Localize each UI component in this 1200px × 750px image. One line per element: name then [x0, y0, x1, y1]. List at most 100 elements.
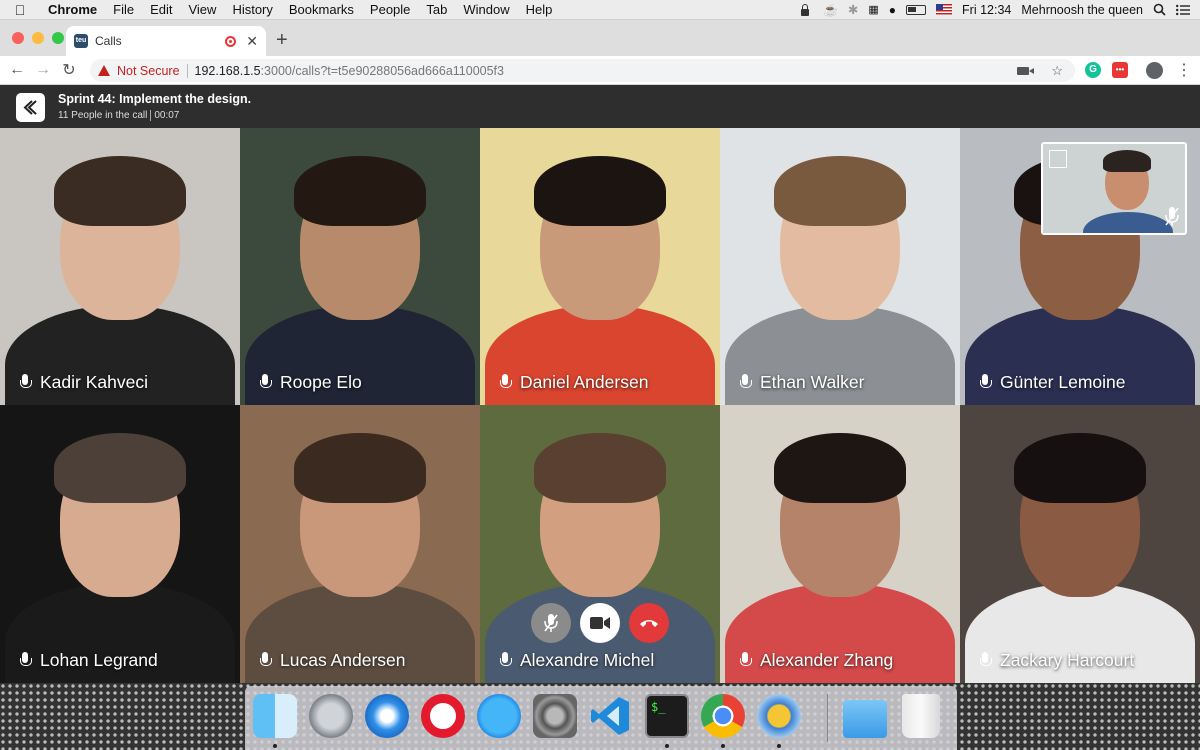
downloads-folder-icon[interactable]	[843, 700, 887, 738]
dock-separator	[827, 694, 828, 742]
participant-tile[interactable]: Zackary Harcourt	[960, 405, 1200, 683]
nimbus-icon[interactable]	[757, 694, 801, 738]
battery-icon[interactable]	[906, 4, 927, 15]
trash-icon[interactable]	[902, 694, 940, 738]
app-store-icon[interactable]	[477, 694, 521, 738]
browser-tabstrip: teu Calls ✕ +	[0, 20, 1200, 56]
participant-tile[interactable]: Kadir Kahveci	[0, 128, 240, 405]
self-view-body	[1083, 212, 1173, 233]
profile-avatar-icon[interactable]	[1146, 62, 1163, 79]
opera-icon[interactable]	[421, 694, 465, 738]
participant-hair	[534, 433, 666, 503]
participant-label: Zackary Harcourt	[980, 650, 1134, 671]
video-toggle-button[interactable]	[580, 603, 620, 643]
notification-center-icon[interactable]	[1176, 4, 1190, 16]
participant-name: Zackary Harcourt	[1000, 650, 1135, 670]
participant-name: Kadir Kahveci	[40, 372, 148, 392]
expand-icon[interactable]	[1049, 150, 1067, 168]
back-arrow-icon[interactable]: ←	[4, 61, 30, 79]
camera-in-use-icon[interactable]	[1017, 66, 1035, 75]
participant-tile[interactable]: Ethan Walker	[720, 128, 960, 405]
teapot-icon[interactable]: ☕	[823, 3, 838, 17]
reload-icon[interactable]: ↻	[56, 60, 82, 80]
menu-edit[interactable]: Edit	[142, 2, 180, 17]
microphone-icon	[260, 373, 272, 392]
menu-history[interactable]: History	[224, 2, 280, 17]
participant-name: Daniel Andersen	[520, 372, 649, 392]
bookmark-star-icon[interactable]: ☆	[1051, 63, 1063, 79]
participant-label: Alexandre Michel	[500, 650, 654, 671]
tab-close-icon[interactable]: ✕	[246, 33, 258, 50]
participant-tile[interactable]: Lohan Legrand	[0, 405, 240, 683]
launchpad-icon[interactable]	[309, 694, 353, 738]
forward-arrow-icon[interactable]: →	[30, 61, 56, 79]
mic-off-icon	[544, 614, 558, 632]
participant-tile[interactable]: Alexander Zhang	[720, 405, 960, 683]
self-view[interactable]	[1041, 142, 1187, 235]
tab-title: Calls	[95, 34, 122, 48]
bluetooth-icon[interactable]: ✱	[848, 2, 858, 17]
participant-hair	[54, 156, 186, 226]
participant-name: Günter Lemoine	[1000, 372, 1126, 392]
address-bar[interactable]: Not Secure 192.168.1.5 :3000/calls?t=t5e…	[90, 59, 1075, 82]
chrome-menu-icon[interactable]: ⋮	[1176, 60, 1192, 80]
tab-calls[interactable]: teu Calls ✕	[66, 26, 266, 56]
participant-name: Lohan Legrand	[40, 650, 158, 670]
zoom-window-button[interactable]	[52, 32, 64, 44]
call-duration: 00:07	[154, 110, 180, 121]
participant-label: Lucas Andersen	[260, 650, 406, 671]
microphone-icon	[500, 651, 512, 670]
participant-label: Daniel Andersen	[500, 372, 648, 393]
menu-bookmarks[interactable]: Bookmarks	[281, 2, 362, 17]
participant-hair	[1014, 433, 1146, 503]
clock[interactable]: Fri 12:34	[962, 3, 1011, 17]
call-controls	[531, 603, 669, 643]
menu-tab[interactable]: Tab	[418, 2, 455, 17]
hang-up-button[interactable]	[629, 603, 669, 643]
people-count: 11 People in the call	[58, 110, 148, 121]
muted-mic-icon	[1165, 207, 1179, 226]
finder-icon[interactable]	[253, 694, 297, 738]
memory-icon[interactable]: ▦	[868, 3, 878, 16]
spotlight-search-icon[interactable]	[1153, 3, 1166, 16]
menu-view[interactable]: View	[180, 2, 224, 17]
menu-help[interactable]: Help	[518, 2, 561, 17]
vscode-icon[interactable]	[589, 694, 633, 738]
participant-label: Ethan Walker	[740, 372, 864, 393]
window-controls	[12, 32, 64, 44]
lock-icon[interactable]	[797, 3, 813, 16]
red-extension-icon[interactable]: •••	[1112, 62, 1128, 78]
microphone-icon	[260, 651, 272, 670]
participant-tile[interactable]: Daniel Andersen	[480, 128, 720, 405]
terminal-icon[interactable]: $_	[645, 694, 689, 738]
menu-people[interactable]: People	[362, 2, 418, 17]
us-flag-icon[interactable]	[936, 4, 953, 15]
call-meta: 11 People in the call 00:07	[58, 110, 179, 121]
participant-tile[interactable]: Lucas Andersen	[240, 405, 480, 683]
grammarly-extension-icon[interactable]: G	[1085, 62, 1101, 78]
menu-app-chrome[interactable]: Chrome	[40, 2, 105, 17]
participant-tile[interactable]: Roope Elo	[240, 128, 480, 405]
new-tab-button[interactable]: +	[276, 30, 288, 50]
participant-hair	[294, 156, 426, 226]
system-preferences-icon[interactable]	[533, 694, 577, 738]
participant-hair	[774, 156, 906, 226]
warning-icon	[98, 65, 110, 76]
user-name[interactable]: Mehrnoosh the queen	[1021, 3, 1143, 17]
back-button[interactable]	[16, 93, 45, 122]
safari-icon[interactable]	[365, 694, 409, 738]
participant-label: Roope Elo	[260, 372, 362, 393]
nimbus-running-indicator	[777, 744, 781, 748]
wifi-icon[interactable]: ●	[889, 3, 896, 17]
mute-button[interactable]	[531, 603, 571, 643]
microphone-icon	[740, 651, 752, 670]
menu-window[interactable]: Window	[455, 2, 517, 17]
menu-file[interactable]: File	[105, 2, 142, 17]
self-view-hair	[1103, 150, 1151, 172]
chrome-icon[interactable]	[701, 694, 745, 738]
security-label[interactable]: Not Secure	[117, 64, 180, 78]
apple-menu-icon[interactable]: 	[0, 2, 40, 18]
terminal-running-indicator	[665, 744, 669, 748]
close-window-button[interactable]	[12, 32, 24, 44]
minimize-window-button[interactable]	[32, 32, 44, 44]
